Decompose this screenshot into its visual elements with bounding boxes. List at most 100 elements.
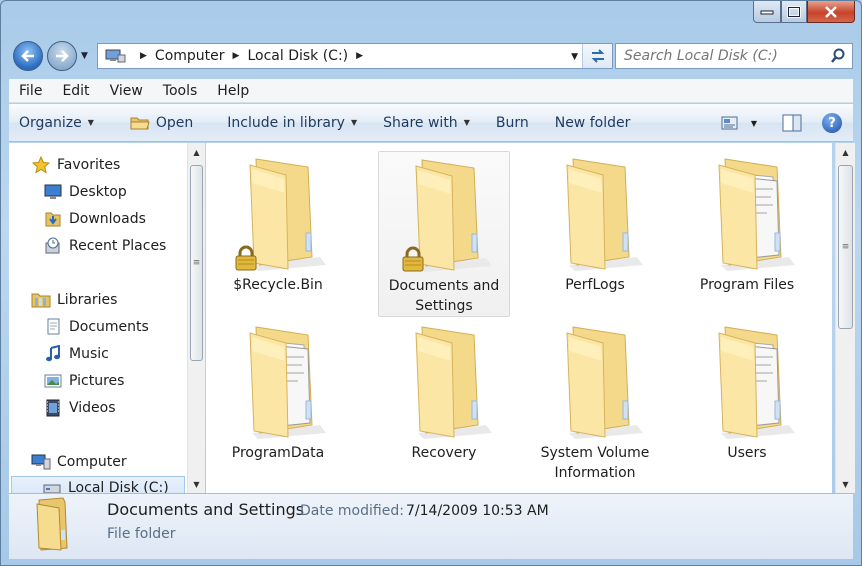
folder-name: Documents and Settings [388,278,500,314]
hard-drive-icon [42,479,62,493]
close-button[interactable] [807,1,855,23]
sidebar-item-recent-places[interactable]: Recent Places [43,234,166,258]
details-date-modified-label: Date modified: [300,503,404,519]
folder-item[interactable]: System Volume Information [529,319,661,485]
documents-library-icon [43,318,63,336]
sidebar-item-desktop[interactable]: Desktop [43,180,127,204]
burn-label: Burn [495,114,529,131]
sidebar-libraries-label: Libraries [57,292,118,308]
back-button[interactable] [13,41,43,71]
folder-full-icon [718,158,795,271]
sidebar-item-label: Recent Places [69,238,167,254]
folder-name: Program Files [699,277,795,293]
folder-item[interactable]: PerfLogs [529,151,661,317]
recent-pages-dropdown[interactable]: ▼ [81,51,88,61]
menu-bar: File Edit View Tools Help [9,79,853,103]
scroll-down-arrow-icon[interactable]: ▼ [836,476,855,492]
folder-full-icon [718,326,795,439]
sidebar-item-label: Videos [69,400,116,416]
scroll-up-arrow-icon[interactable]: ▲ [836,144,855,160]
search-box[interactable] [615,43,853,69]
search-input[interactable] [624,48,814,64]
folder-item[interactable]: Recovery [378,319,510,485]
forward-button[interactable] [47,41,77,71]
breadcrumb-local-disk[interactable]: Local Disk (C:) [247,48,348,64]
open-button[interactable]: Open [120,108,203,138]
file-list-scrollbar[interactable]: ▲ ≡ ▼ [835,143,855,493]
close-icon [825,5,837,18]
minimize-icon [760,10,774,14]
change-view-button[interactable] [715,108,745,138]
libraries-icon [31,291,51,309]
details-pane: Documents and Settings Date modified: 7/… [9,493,853,559]
folder-item[interactable]: Program Files [681,151,813,317]
more-options-dropdown[interactable]: ▼ [745,108,763,138]
lock-icon [235,245,257,271]
preview-pane-button[interactable] [777,108,807,138]
navigation-pane-scrollbar[interactable]: ▲ ≡ ▼ [187,143,205,493]
sidebar-item-label: Pictures [69,373,125,389]
sidebar-item-music[interactable]: Music [43,342,109,366]
sidebar-favorites-header[interactable]: Favorites [31,153,120,177]
menu-tools[interactable]: Tools [153,83,208,99]
organize-button[interactable]: Organize ▼ [9,108,104,138]
breadcrumb-separator-icon[interactable]: ▶ [140,51,147,61]
sidebar-item-label: Local Disk (C:) [68,480,169,493]
details-date-modified-value: 7/14/2009 10:53 AM [406,503,549,519]
scrollbar-thumb[interactable]: ≡ [190,165,203,361]
search-icon[interactable] [830,48,846,64]
refresh-button[interactable] [582,44,612,68]
include-in-library-label: Include in library [227,114,345,131]
pictures-library-icon [43,372,63,390]
sidebar-item-label: Music [69,346,109,362]
folder-name: System Volume Information [540,445,650,481]
open-folder-icon [130,117,150,129]
scroll-up-arrow-icon[interactable]: ▲ [188,144,205,160]
folder-name: ProgramData [231,445,325,461]
folder-item[interactable]: Documents and Settings [378,151,510,317]
new-folder-label: New folder [554,114,631,131]
folder-item[interactable]: ProgramData [212,319,344,485]
breadcrumb-separator-icon[interactable]: ▶ [233,51,240,61]
open-label: Open [155,114,194,131]
folder-item[interactable]: $Recycle.Bin [212,151,344,317]
sidebar-item-downloads[interactable]: Downloads [43,207,146,231]
folder-name: $Recycle.Bin [233,277,323,293]
explorer-window: ▼ ▶ Computer ▶ Local Disk (C:) ▶ ▼ File … [0,0,862,566]
burn-button[interactable]: Burn [486,108,539,138]
address-bar[interactable]: ▶ Computer ▶ Local Disk (C:) ▶ ▼ [97,43,613,69]
sidebar-item-pictures[interactable]: Pictures [43,369,124,393]
folder-icon [415,326,492,439]
share-with-button[interactable]: Share with ▼ [373,108,480,138]
share-with-label: Share with [383,114,458,131]
downloads-folder-icon [43,210,63,228]
navigation-row: ▼ ▶ Computer ▶ Local Disk (C:) ▶ ▼ [9,39,853,73]
sidebar-item-documents[interactable]: Documents [43,315,149,339]
organize-label: Organize [19,114,82,131]
sidebar-item-local-disk[interactable]: Local Disk (C:) [11,476,185,493]
sidebar-item-videos[interactable]: Videos [43,396,116,420]
chevron-down-icon: ▼ [350,118,358,127]
menu-view[interactable]: View [100,83,153,99]
breadcrumb-separator-icon[interactable]: ▶ [356,51,363,61]
sidebar-libraries-header[interactable]: Libraries [31,288,117,312]
address-history-dropdown[interactable]: ▼ [571,52,578,62]
folder-item[interactable]: Users [681,319,813,485]
maximize-button[interactable] [781,1,807,23]
include-in-library-button[interactable]: Include in library ▼ [217,108,367,138]
new-folder-button[interactable]: New folder [545,108,641,138]
minimize-button[interactable] [753,1,781,23]
menu-help[interactable]: Help [207,83,259,99]
view-icon [721,116,738,130]
help-button[interactable]: ? [817,108,847,138]
scroll-down-arrow-icon[interactable]: ▼ [188,476,205,492]
refresh-icon [591,49,604,63]
preview-pane-icon [782,114,802,132]
sidebar-computer-header[interactable]: Computer [31,450,127,474]
menu-edit[interactable]: Edit [52,83,99,99]
breadcrumb-computer[interactable]: Computer [155,48,225,64]
menu-file[interactable]: File [9,83,52,99]
sidebar-item-label: Desktop [69,184,127,200]
folder-full-icon [249,326,326,439]
scrollbar-thumb[interactable]: ≡ [838,165,853,329]
